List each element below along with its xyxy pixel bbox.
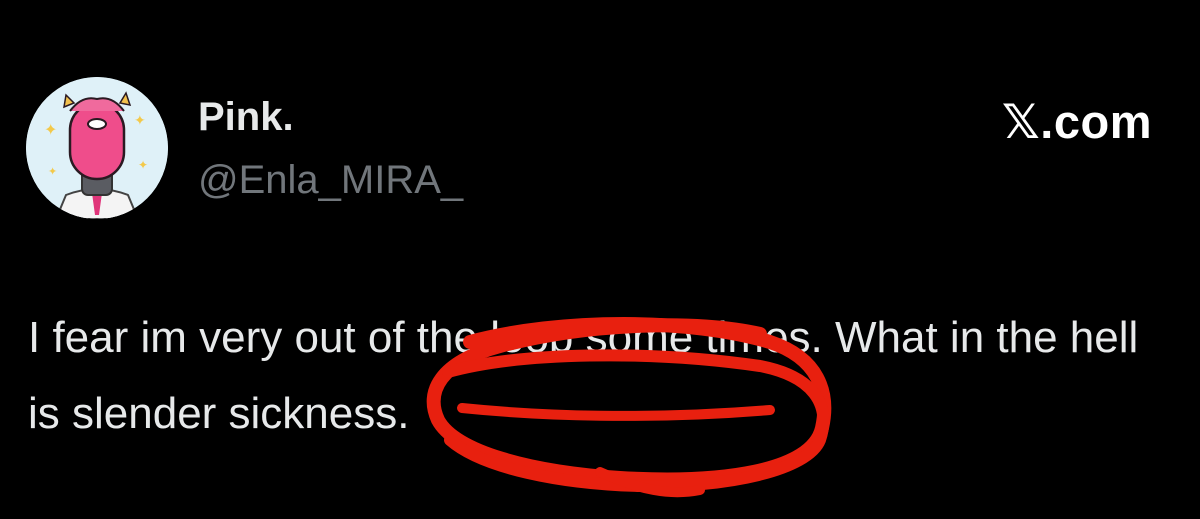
svg-text:✦: ✦ — [48, 165, 57, 178]
tweet-card[interactable]: ✦ ✦ ✦ ✦ Pink. @Enla_MIRA_ 𝕏.com I fear i… — [0, 0, 1200, 519]
svg-text:✦: ✦ — [138, 158, 148, 172]
avatar-icon: ✦ ✦ ✦ ✦ — [26, 77, 168, 219]
x-com-logo: 𝕏.com — [1001, 95, 1152, 148]
tweet-text: I fear im very out of the loop some time… — [28, 313, 1151, 438]
avatar[interactable]: ✦ ✦ ✦ ✦ — [26, 77, 168, 219]
user-handle[interactable]: @Enla_MIRA_ — [198, 156, 463, 204]
display-name[interactable]: Pink. — [198, 93, 294, 141]
svg-text:✦: ✦ — [134, 113, 146, 129]
svg-text:✦: ✦ — [44, 120, 57, 139]
